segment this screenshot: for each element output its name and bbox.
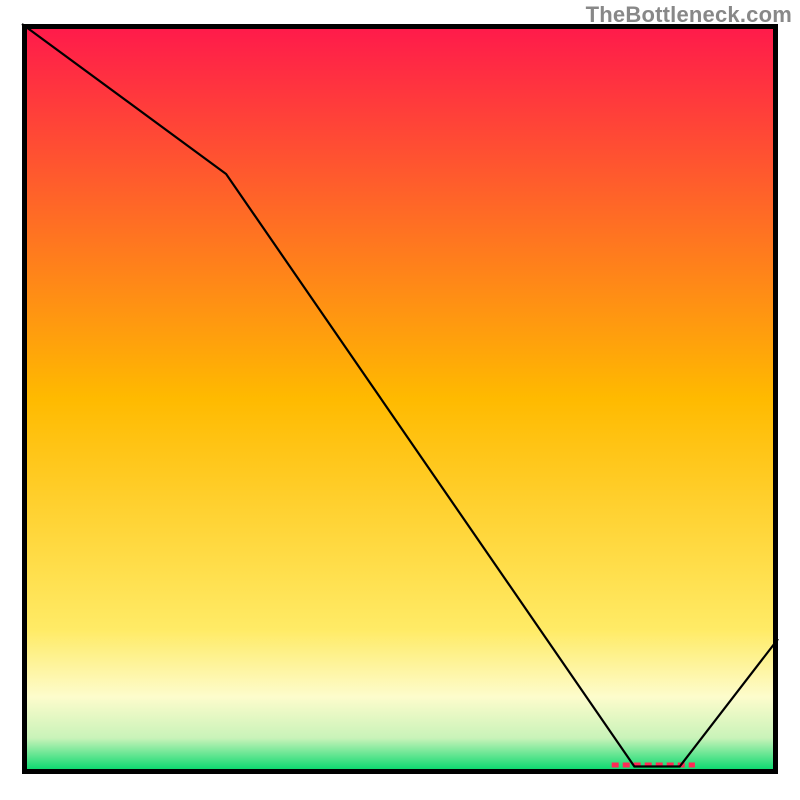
watermark-text: TheBottleneck.com xyxy=(586,2,792,28)
bottleneck-chart xyxy=(0,0,800,800)
plot-background xyxy=(25,27,776,772)
